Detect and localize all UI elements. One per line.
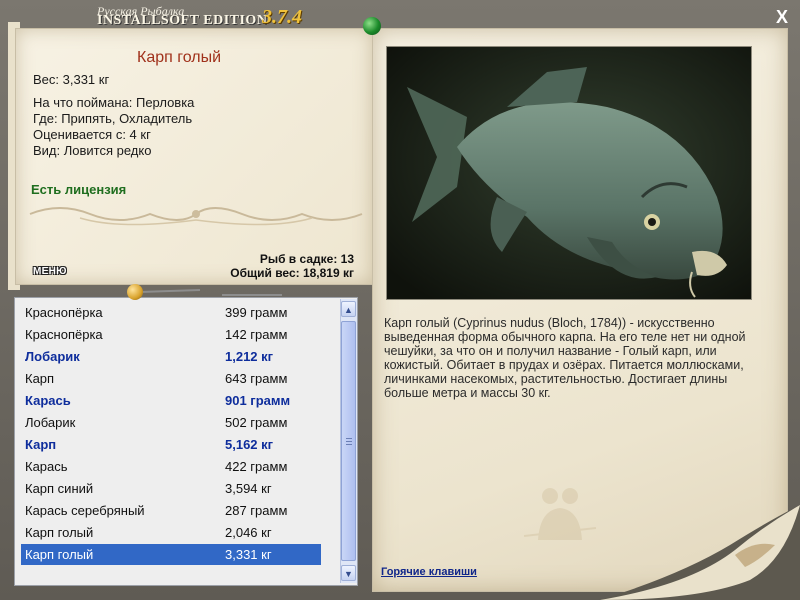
fish-weight: 1,212 кг — [225, 349, 274, 364]
scroll-down-arrow-icon[interactable]: ▼ — [341, 565, 356, 581]
list-item[interactable]: Карась серебряный 287 грамм — [21, 500, 321, 521]
fish-name: Лобарик — [25, 415, 76, 430]
list-item[interactable]: Карась 901 грамм — [21, 390, 321, 411]
page-curl-decoration — [600, 505, 800, 600]
list-item[interactable]: Карп голый 2,046 кг — [21, 522, 321, 543]
list-item[interactable]: Карп 5,162 кг — [21, 434, 321, 455]
app-version: 3.7.4 — [262, 6, 302, 28]
fish-name: Карп голый — [25, 547, 94, 562]
license-status: Есть лицензия — [31, 182, 127, 197]
fish-name: Краснопёрка — [25, 305, 103, 320]
scrollbar-thumb[interactable] — [341, 321, 356, 561]
fish-name: Карп — [25, 371, 55, 386]
fish-weight: 5,162 кг — [225, 437, 274, 452]
scroll-up-arrow-icon[interactable]: ▲ — [341, 301, 356, 317]
needle-decoration — [222, 294, 282, 296]
list-item[interactable]: Лобарик 1,212 кг — [21, 346, 321, 367]
fish-count: Рыб в садке: 13 — [259, 252, 354, 266]
fish-name: Лобарик — [25, 349, 80, 364]
grip-line — [346, 441, 352, 442]
catch-rarity: Вид: Ловится редко — [33, 143, 152, 158]
list-item[interactable]: Лобарик 502 грамм — [21, 412, 321, 433]
fish-name: Карась — [25, 393, 71, 408]
fishing-catch-window: Русская Рыбалка INSTALLSOFT EDITION 3.7.… — [0, 0, 800, 600]
fish-weight: 399 грамм — [225, 305, 288, 320]
fish-name: Карп — [25, 437, 57, 452]
list-item[interactable]: Краснопёрка 142 грамм — [21, 324, 321, 345]
fish-weight: 3,331 кг — [225, 547, 272, 562]
catch-fish-name: Карп голый — [137, 49, 222, 66]
app-title-line2: INSTALLSOFT EDITION — [97, 13, 268, 28]
fish-weight: 142 грамм — [225, 327, 288, 342]
fish-photo — [386, 46, 752, 300]
list-item-selected[interactable]: Карп голый 3,331 кг — [21, 544, 321, 565]
list-item[interactable]: Карп синий 3,594 кг — [21, 478, 321, 499]
fish-name: Карп голый — [25, 525, 94, 540]
fish-name: Краснопёрка — [25, 327, 103, 342]
hotkeys-link[interactable]: Горячие клавиши — [381, 566, 477, 578]
fish-name: Карась — [25, 459, 68, 474]
fish-weight: 643 грамм — [225, 371, 288, 386]
total-weight: Общий вес: 18,819 кг — [230, 266, 354, 280]
menu-button[interactable]: МЕНЮ — [33, 266, 75, 280]
fish-weight: 2,046 кг — [225, 525, 272, 540]
list-item[interactable]: Карась 422 грамм — [21, 456, 321, 477]
fish-weight: 3,594 кг — [225, 481, 272, 496]
fish-name: Карп синий — [25, 481, 94, 496]
catch-bait: На что поймана: Перловка — [33, 95, 195, 110]
catch-weight: Вес: 3,331 кг — [33, 72, 110, 87]
fish-weight: 287 грамм — [225, 503, 288, 518]
list-item[interactable]: Краснопёрка 399 грамм — [21, 302, 321, 323]
fish-weight: 901 грамм — [225, 393, 291, 408]
catch-value: Оценивается с: 4 кг — [33, 127, 151, 142]
pin-icon — [363, 17, 381, 35]
close-icon[interactable]: X — [770, 6, 794, 28]
catch-place: Где: Припять, Охладитель — [33, 111, 193, 126]
grip-line — [346, 438, 352, 439]
grip-line — [346, 444, 352, 445]
needle-decoration — [139, 288, 201, 294]
fish-list[interactable]: Краснопёрка 399 грамм Краснопёрка 142 грам… — [14, 297, 358, 586]
fish-weight: 422 грамм — [225, 459, 288, 474]
fish-description: Карп голый (Cyprinus nudus (Bloch, 1784)… — [384, 316, 746, 400]
fish-weight: 502 грамм — [225, 415, 288, 430]
list-item[interactable]: Карп 643 грамм — [21, 368, 321, 389]
fish-name: Карась серебряный — [25, 503, 145, 518]
list-scrollbar[interactable]: ▲ ▼ — [340, 299, 357, 583]
pin-icon — [127, 284, 143, 300]
flourish-ornament — [29, 207, 363, 226]
